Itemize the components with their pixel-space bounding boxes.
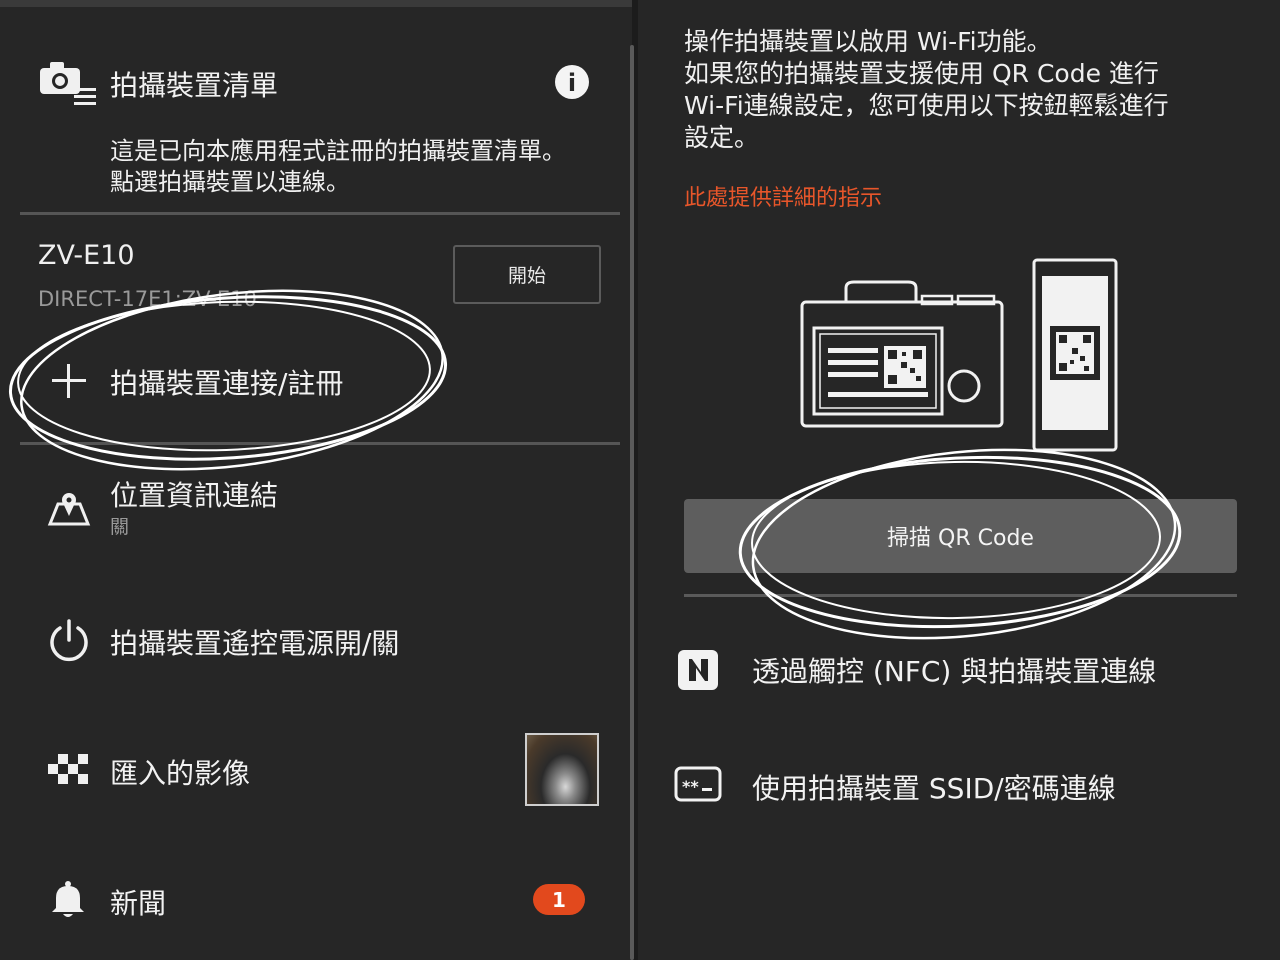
intro-line-2: 如果您的拍攝裝置支援使用 QR Code 進行 <box>684 59 1159 88</box>
intro-line-4: 設定。 <box>684 123 760 152</box>
menu-news[interactable]: 新聞 <box>110 882 166 922</box>
location-status: 關 <box>110 516 130 538</box>
description-line-1: 這是已向本應用程式註冊的拍攝裝置清單。 <box>110 137 566 165</box>
qr-illustration <box>800 258 1118 452</box>
nfc-icon <box>678 650 718 690</box>
svg-text:**: ** <box>682 777 699 796</box>
power-icon <box>50 619 88 662</box>
option-ssid-password[interactable]: 使用拍攝裝置 SSID/密碼連線 <box>752 767 1116 807</box>
intro-line-3: Wi-Fi連線設定，您可使用以下按鈕輕鬆進行 <box>684 91 1169 120</box>
option-nfc[interactable]: 透過觸控 (NFC) 與拍攝裝置連線 <box>752 650 1156 690</box>
device-ssid: DIRECT-17E1:ZV-E10 <box>38 287 257 311</box>
camera-list-icon <box>40 62 96 105</box>
checker-icon <box>48 754 88 784</box>
device-list-screen: 拍攝裝置清單 i 這是已向本應用程式註冊的拍攝裝置清單。 點選拍攝裝置以連線。 … <box>0 0 632 960</box>
intro-line-1: 操作拍攝裝置以啟用 Wi-Fi功能。 <box>684 27 1052 56</box>
plus-icon <box>52 364 86 398</box>
info-icon[interactable]: i <box>554 64 590 100</box>
menu-add-device[interactable]: 拍攝裝置連接/註冊 <box>110 362 343 402</box>
scan-qr-button[interactable]: 掃描 QR Code <box>684 499 1237 573</box>
device-name[interactable]: ZV-E10 <box>38 240 135 271</box>
password-icon: ** <box>674 766 722 802</box>
map-pin-icon <box>47 493 91 526</box>
help-link[interactable]: 此處提供詳細的指示 <box>684 180 882 212</box>
wifi-connect-screen: 操作拍攝裝置以啟用 Wi-Fi功能。 如果您的拍攝裝置支援使用 QR Code … <box>638 0 1280 960</box>
svg-text:i: i <box>568 69 576 97</box>
menu-divider <box>20 442 620 445</box>
start-button[interactable]: 開始 <box>453 245 601 304</box>
menu-remote-power[interactable]: 拍攝裝置遙控電源開/關 <box>110 622 399 662</box>
news-badge: 1 <box>533 884 585 915</box>
scrollbar[interactable] <box>630 45 634 960</box>
menu-imported-images[interactable]: 匯入的影像 <box>110 752 250 792</box>
bell-icon <box>52 881 84 917</box>
status-strip <box>0 0 632 7</box>
header-divider <box>20 212 620 215</box>
image-thumbnail[interactable] <box>525 733 599 806</box>
page-title: 拍攝裝置清單 <box>110 69 279 102</box>
description-line-2: 點選拍攝裝置以連線。 <box>110 168 350 196</box>
options-divider <box>684 594 1237 597</box>
menu-location-link[interactable]: 位置資訊連結 <box>110 474 278 514</box>
